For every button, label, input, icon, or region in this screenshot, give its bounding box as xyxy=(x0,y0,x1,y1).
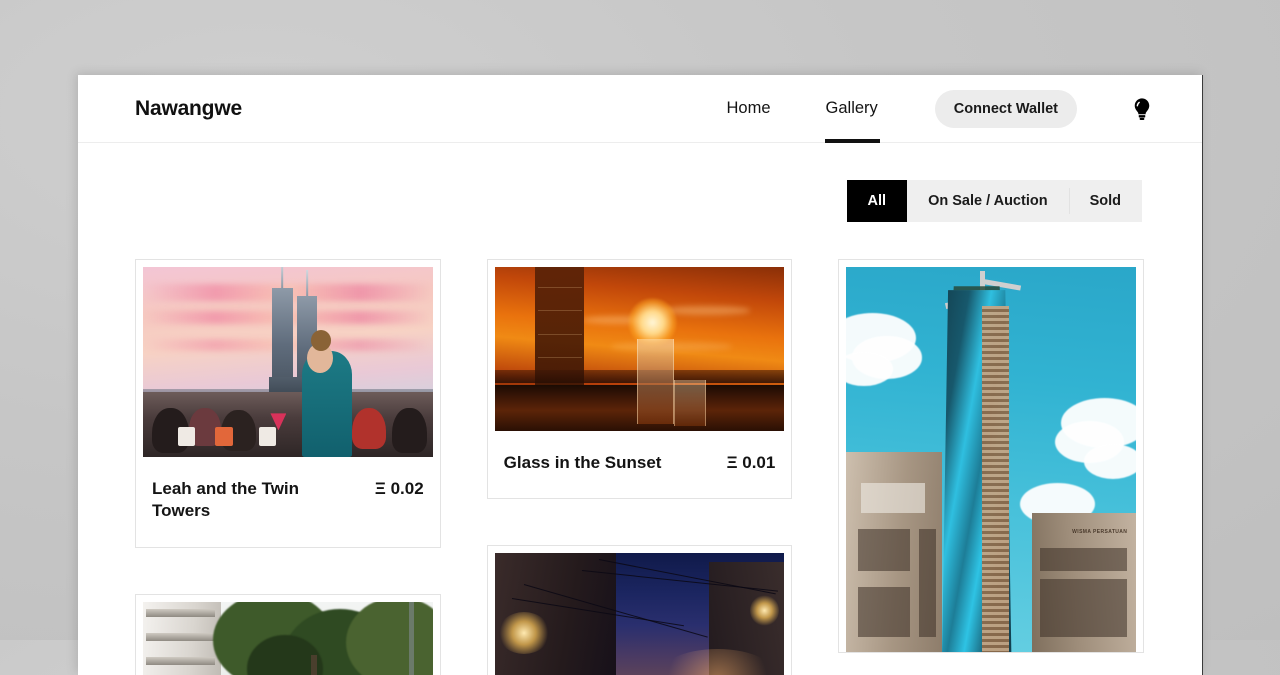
artwork-sign-text: WISMA PERSATUAN xyxy=(1072,528,1128,535)
artwork-card[interactable]: Leah and the Twin Towers Ξ 0.02 xyxy=(135,259,441,548)
gallery-grid: Leah and the Twin Towers Ξ 0.02 Glass in… xyxy=(78,222,1202,675)
artwork-card[interactable]: WISMA PERSATUAN xyxy=(838,259,1145,653)
filter-tab-group: All On Sale / Auction Sold xyxy=(846,180,1142,222)
filters-row: All On Sale / Auction Sold xyxy=(78,143,1202,222)
artwork-card[interactable] xyxy=(135,593,441,675)
artwork-image[interactable] xyxy=(143,267,433,457)
artwork-price: Ξ 0.02 xyxy=(374,479,424,498)
nav-item-home[interactable]: Home xyxy=(727,75,771,143)
theme-toggle-button[interactable] xyxy=(1127,94,1157,124)
artwork-title: Leah and the Twin Towers xyxy=(152,479,300,521)
artwork-price: Ξ 0.01 xyxy=(726,453,776,472)
artwork-title: Glass in the Sunset xyxy=(503,453,662,472)
artwork-card-body: Leah and the Twin Towers Ξ 0.02 xyxy=(143,457,433,547)
page-title: Nawangwe xyxy=(135,96,242,120)
gallery-column: WISMA PERSATUAN xyxy=(838,259,1145,675)
artwork-card[interactable]: Glass in the Sunset Ξ 0.01 xyxy=(486,259,793,500)
artwork-image[interactable] xyxy=(494,267,785,431)
app-window: Nawangwe Home Gallery Connect Wallet All xyxy=(78,75,1203,675)
filter-tab-all[interactable]: All xyxy=(846,180,908,222)
nav-item-gallery[interactable]: Gallery xyxy=(824,75,881,143)
main-navigation: Home Gallery Connect Wallet xyxy=(727,75,1202,143)
gallery-column: Leah and the Twin Towers Ξ 0.02 xyxy=(135,259,441,675)
artwork-image[interactable] xyxy=(494,553,785,675)
artwork-card-body: Glass in the Sunset Ξ 0.01 xyxy=(495,431,785,498)
artwork-card[interactable] xyxy=(486,545,793,675)
filter-tab-sold[interactable]: Sold xyxy=(1068,180,1142,222)
site-header: Nawangwe Home Gallery Connect Wallet xyxy=(78,75,1202,143)
filter-tab-on-sale-auction[interactable]: On Sale / Auction xyxy=(907,180,1069,222)
connect-wallet-button[interactable]: Connect Wallet xyxy=(934,89,1077,128)
artwork-image[interactable] xyxy=(143,601,433,675)
gallery-column: Glass in the Sunset Ξ 0.01 xyxy=(486,259,793,675)
artwork-image[interactable]: WISMA PERSATUAN xyxy=(846,267,1137,652)
lightbulb-icon xyxy=(1129,96,1155,122)
